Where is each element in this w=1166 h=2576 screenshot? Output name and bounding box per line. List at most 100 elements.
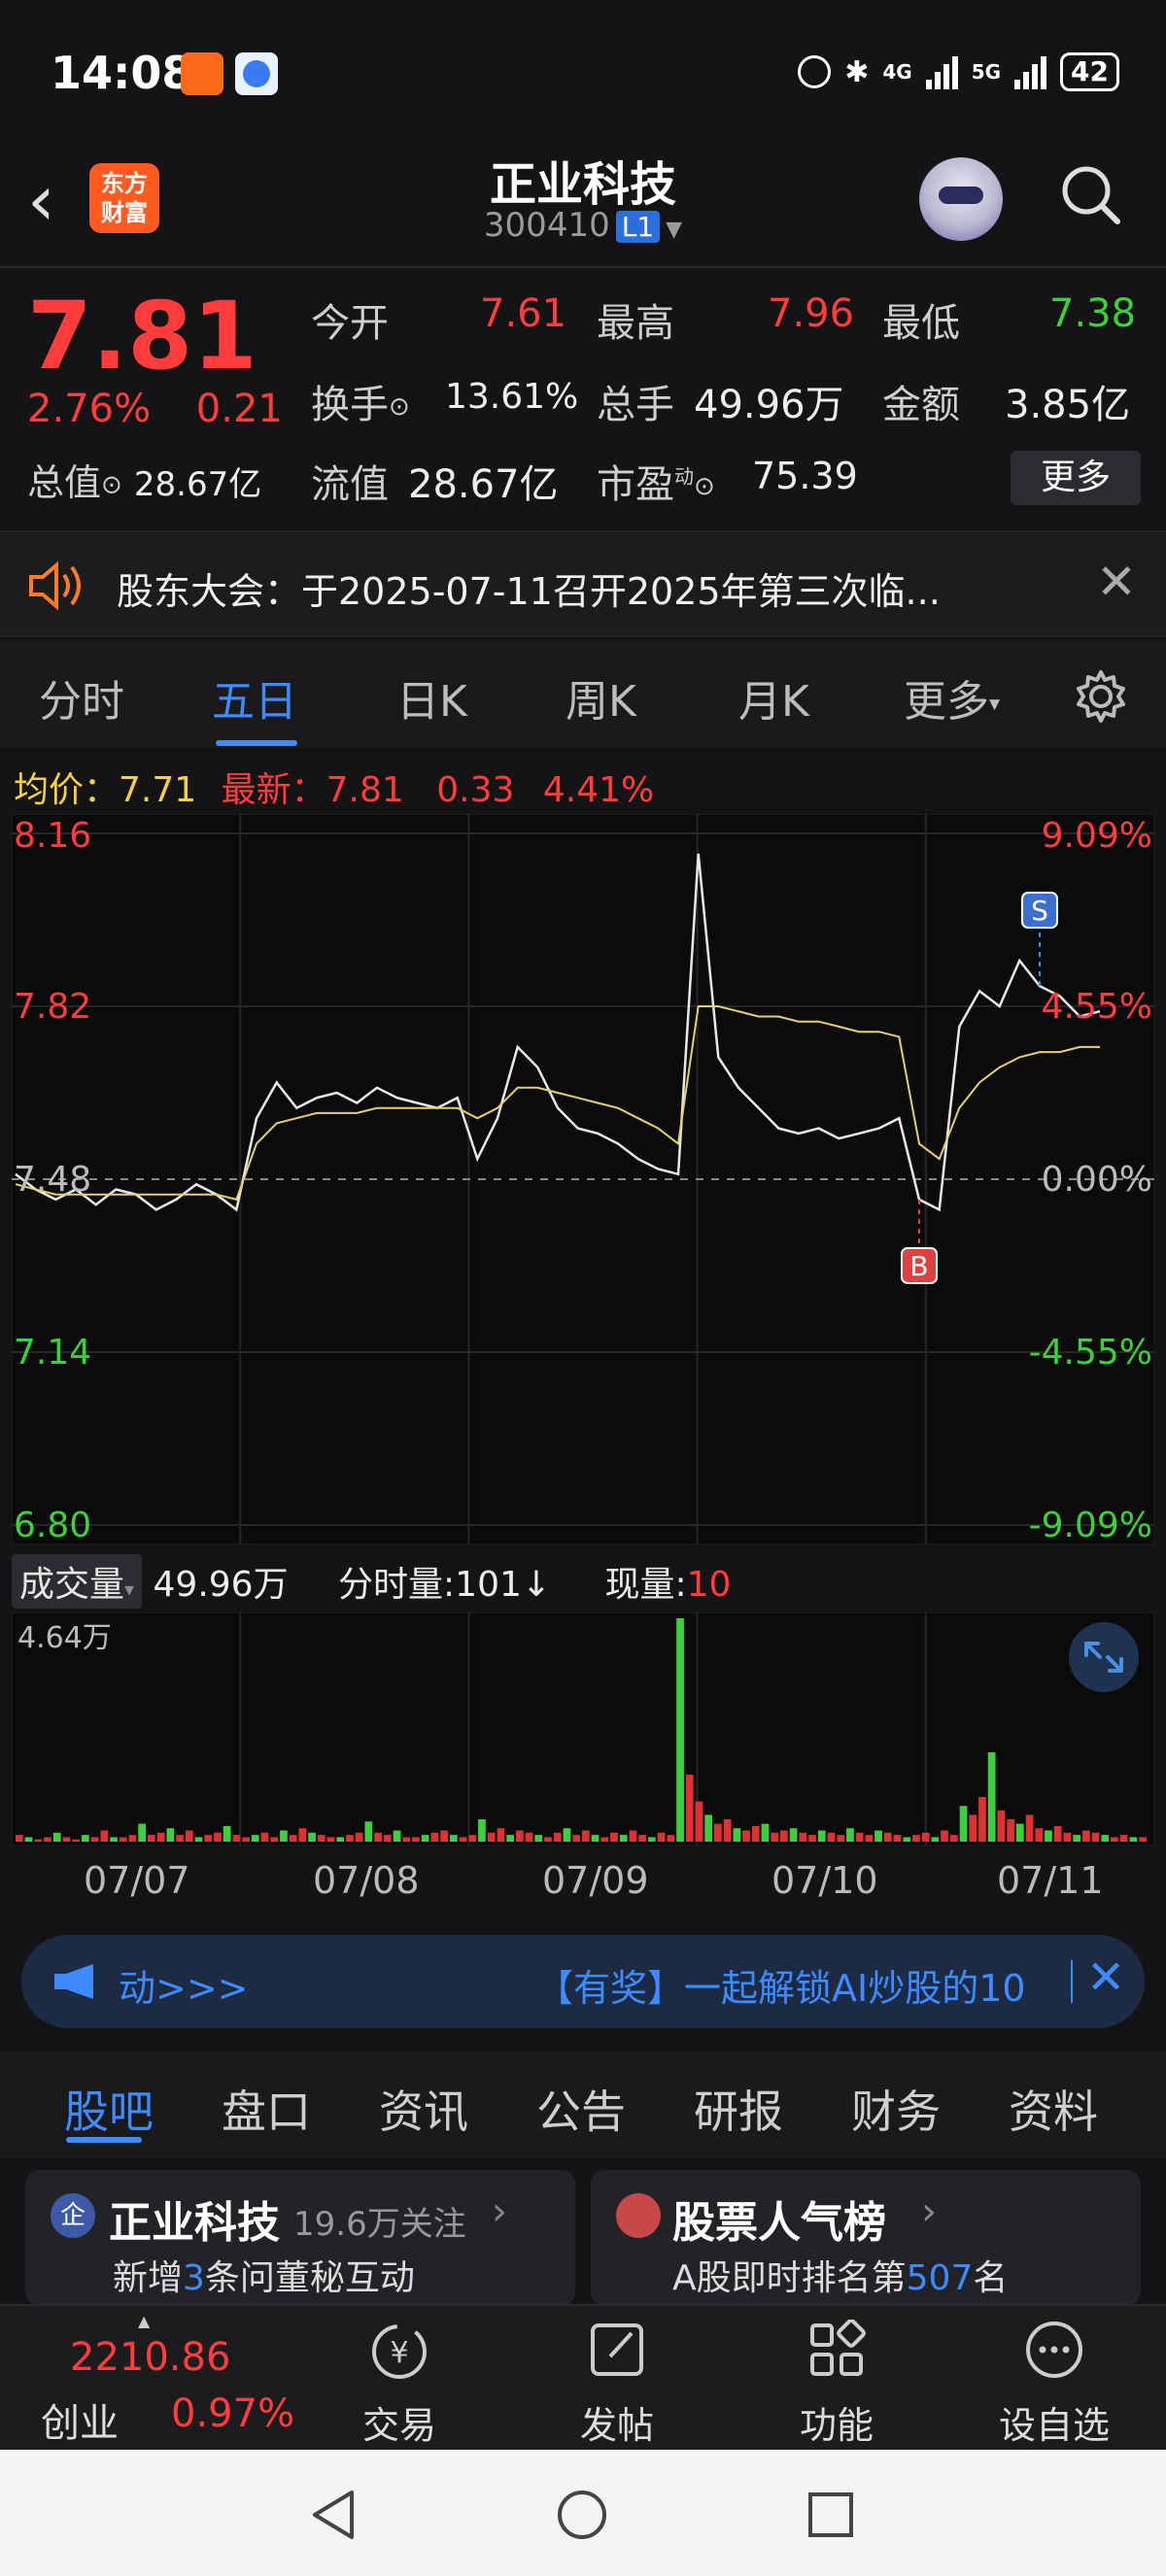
volume-bar [553,1832,562,1842]
stock-code-text: 300410 [483,206,610,245]
index-ticker[interactable]: ▲ 2210.86 创业 0.97% [0,2306,301,2452]
volume-bar [44,1837,51,1842]
volume-bar [497,1828,505,1842]
tab-five-day[interactable]: 五日 [212,666,297,729]
recents-square-icon[interactable] [806,2491,855,2539]
info-icon[interactable]: ⊙ [694,472,715,501]
tab-finance[interactable]: 财务 [851,2077,941,2141]
latest-value: 7.81 [326,770,404,810]
tab-daily-k[interactable]: 日K [396,666,467,729]
volume-bar [317,1835,326,1842]
volume-bar [751,1825,760,1842]
promo-left-text: 动>>> [119,1967,245,2010]
volume-bar [346,1835,354,1842]
volume-bar [817,1830,826,1842]
grid-icon [810,2320,866,2376]
volume-bar [704,1814,712,1842]
tab-more[interactable]: 更多▾ [904,666,1000,729]
volume-bar [450,1835,458,1842]
volume-bar [912,1835,920,1842]
volume-bar [827,1832,836,1842]
volume-bar [110,1837,118,1842]
caret-down-icon: ▾ [989,692,1001,717]
speaker-icon [29,560,81,611]
index-percent: 0.97% [171,2391,295,2436]
tab-minute[interactable]: 分时 [39,666,124,729]
stock-forum-card[interactable]: 企 正业科技 19.6万关注 › 新增3条问董秘互动 [25,2170,575,2306]
promo-banner[interactable]: 动>>> 【有奖】一起解锁AI炒股的10 ✕ [21,1935,1145,2028]
nav-post[interactable]: 发帖 [544,2306,690,2452]
nav-functions[interactable]: 功能 [764,2306,909,2452]
date-axis: 07/07 07/08 07/09 07/10 07/11 [12,1851,1154,1910]
promo-right-text: 【有奖】一起解锁AI炒股的10 [536,1967,1026,2010]
volume-bar [591,1835,600,1842]
tab-announcements[interactable]: 公告 [536,2077,626,2141]
chevron-down-icon[interactable]: ▼ [666,218,682,242]
amount-value: 3.85亿 [1005,383,1131,427]
volume-bar [308,1832,316,1842]
volume-value: 49.96万 [694,383,844,427]
volume-bar [374,1832,382,1842]
volume-bar [516,1830,524,1842]
volume-bar [128,1835,137,1842]
back-triangle-icon[interactable] [309,2489,358,2541]
high-value: 7.96 [768,291,855,336]
low-label: 最低 [882,301,960,346]
ai-assistant-icon[interactable] [919,157,1003,241]
volume-bar [799,1832,807,1842]
volume-bar [761,1823,770,1842]
notice-bar[interactable]: 股东大会：于2025-07-11召开2025年第三次临... ✕ [0,530,1166,637]
tab-guba[interactable]: 股吧 [64,2077,154,2141]
avg-price-bar: 均价：7.71 最新：7.81 0.33 4.41% [14,762,654,812]
volume-bar [1119,1835,1128,1842]
close-icon[interactable]: ✕ [1086,1950,1125,2005]
company-badge: 企 [51,2193,95,2238]
more-button[interactable]: 更多 [1011,451,1141,505]
info-icon[interactable]: ⊙ [101,471,122,500]
y-tick-right: -4.55% [1029,1333,1152,1373]
volume-bar [874,1830,882,1842]
volume-bar [185,1830,193,1842]
five-day-price-chart[interactable]: B S 8.16 9.09% 7.82 4.55% 7.48 0.00% 7.14 -4.55%… [12,814,1154,1544]
search-icon[interactable] [1059,163,1121,225]
tab-news[interactable]: 资讯 [379,2077,468,2141]
info-icon[interactable]: ⊙ [389,392,410,422]
tab-weekly-k[interactable]: 周K [566,666,636,729]
volume-bar [1073,1835,1080,1842]
volume-bar [883,1832,892,1842]
tab-active-indicator [216,740,297,746]
volume-bar [1053,1825,1062,1842]
popularity-card[interactable]: 股票人气榜 › A股即时排名第507名 [591,2170,1141,2306]
tab-research[interactable]: 研报 [694,2077,783,2141]
volume-bar [600,1837,609,1842]
volume-bar [166,1828,175,1842]
volume-bar [280,1830,288,1842]
volume-dropdown[interactable]: 成交量▾ [12,1554,143,1609]
tab-profile[interactable]: 资料 [1009,2077,1098,2141]
change-amount: 0.21 [195,387,283,431]
volume-bar [440,1830,448,1842]
battery-icon: 42 [1060,52,1119,91]
open-label: 今开 [311,301,389,346]
tab-pankou[interactable]: 盘口 [222,2077,311,2141]
market-cap: 总值⊙ 28.67亿 [27,453,261,506]
float-label: 流值 [311,462,389,507]
edit-icon [591,2323,643,2376]
chevron-left-icon[interactable]: ‹ [27,165,55,235]
volume-bar [289,1835,297,1842]
volume-bar [430,1832,439,1842]
home-circle-icon[interactable] [556,2489,608,2541]
tab-monthly-k[interactable]: 月K [738,666,809,729]
close-icon[interactable]: ✕ [1096,554,1137,610]
volume-chart[interactable]: 4.64万 [12,1612,1154,1846]
last-price: 7.81 [27,282,257,390]
volume-bar [242,1837,250,1842]
expand-icon[interactable] [1069,1622,1139,1692]
nav-add-watchlist[interactable]: 设自选 [981,2306,1127,2452]
date-tick: 07/08 [313,1859,420,1902]
gear-icon[interactable] [1073,668,1129,725]
nav-trade[interactable]: ¥ 交易 [326,2306,472,2452]
ranking-icon [616,2193,661,2238]
date-tick: 07/10 [772,1859,878,1902]
volume-bar [969,1814,977,1842]
